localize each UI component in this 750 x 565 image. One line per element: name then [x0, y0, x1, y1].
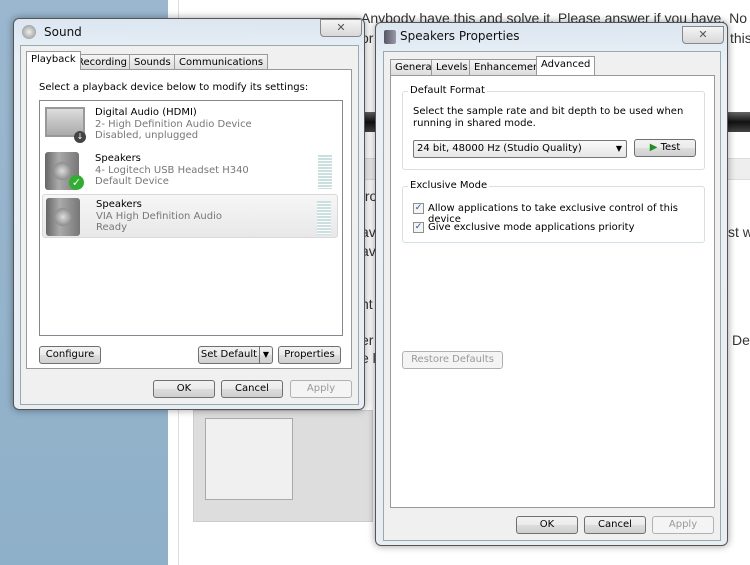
- default-format-group: Default Format Select the sample rate an…: [402, 85, 705, 170]
- check-icon: ✓: [69, 175, 84, 190]
- advanced-panel: Default Format Select the sample rate an…: [390, 75, 715, 508]
- playback-panel: Select a playback device below to modify…: [26, 69, 352, 369]
- sound-icon: [22, 25, 36, 39]
- device-status: Disabled, unplugged: [95, 130, 199, 141]
- exclusive-mode-group: Exclusive Mode ✓ Allow applications to t…: [402, 180, 705, 243]
- device-status: Default Device: [95, 176, 169, 187]
- device-item[interactable]: ✓ Speakers 4- Logitech USB Headset H340 …: [42, 149, 338, 193]
- device-desc: 2- High Definition Audio Device: [95, 119, 252, 130]
- exclusive-priority-label: Give exclusive mode applications priorit…: [428, 222, 635, 233]
- disabled-icon: ↓: [74, 131, 86, 143]
- speaker-icon: [384, 30, 396, 44]
- group-label: Exclusive Mode: [408, 180, 490, 191]
- device-name: Speakers: [95, 153, 141, 164]
- tab-advanced[interactable]: Advanced: [536, 56, 596, 75]
- instruction-text: Select a playback device below to modify…: [39, 82, 309, 93]
- ok-button[interactable]: OK: [516, 516, 578, 534]
- forum-text: this: [730, 30, 750, 46]
- configure-button[interactable]: Configure: [39, 346, 101, 364]
- format-select[interactable]: 24 bit, 48000 Hz (Studio Quality) ▼: [413, 140, 627, 158]
- device-item[interactable]: ↓ Digital Audio (HDMI) 2- High Definitio…: [42, 103, 338, 147]
- properties-button[interactable]: Properties: [278, 346, 341, 364]
- set-default-dropdown[interactable]: ▼: [259, 346, 273, 364]
- play-icon: ▶: [649, 142, 658, 153]
- volume-meter: [317, 201, 331, 235]
- window-title: Speakers Properties: [400, 29, 520, 43]
- device-desc: 4- Logitech USB Headset H340: [95, 165, 249, 176]
- tab-playback[interactable]: Playback: [26, 51, 81, 70]
- set-default-button[interactable]: Set Default: [198, 346, 260, 364]
- allow-exclusive-checkbox[interactable]: ✓: [413, 203, 424, 214]
- window-title: Sound: [44, 25, 82, 39]
- close-button[interactable]: ✕: [320, 19, 362, 37]
- device-desc: VIA High Definition Audio: [96, 211, 222, 222]
- tab-recording[interactable]: Recording: [72, 54, 133, 70]
- close-button[interactable]: ✕: [682, 26, 724, 44]
- tab-sounds[interactable]: Sounds: [129, 54, 176, 70]
- forum-text: st w: [728, 224, 750, 240]
- device-name: Digital Audio (HDMI): [95, 107, 197, 118]
- restore-defaults-button[interactable]: Restore Defaults: [402, 351, 503, 369]
- sound-dialog: Sound ✕ Playback Recording Sounds Commun…: [13, 18, 365, 410]
- group-label: Default Format: [408, 85, 487, 96]
- device-status: Ready: [96, 222, 128, 233]
- ok-button[interactable]: OK: [153, 380, 215, 398]
- chevron-down-icon: ▼: [615, 144, 622, 153]
- forum-text: Dev: [732, 332, 750, 348]
- exclusive-priority-checkbox[interactable]: ✓: [413, 222, 424, 233]
- device-item-selected[interactable]: Speakers VIA High Definition Audio Ready: [42, 194, 338, 238]
- format-description: Select the sample rate and bit depth to …: [413, 106, 684, 129]
- speaker-icon: [46, 198, 80, 236]
- apply-button[interactable]: Apply: [652, 516, 714, 534]
- test-label: Test: [660, 142, 681, 153]
- device-name: Speakers: [96, 199, 142, 210]
- attachment-thumbnail[interactable]: [205, 418, 293, 500]
- apply-button[interactable]: Apply: [290, 380, 352, 398]
- format-value: 24 bit, 48000 Hz (Studio Quality): [417, 143, 582, 154]
- tab-communications[interactable]: Communications: [174, 54, 269, 70]
- cancel-button[interactable]: Cancel: [584, 516, 646, 534]
- speakers-properties-dialog: Speakers Properties ✕ General Levels Enh…: [375, 22, 728, 546]
- volume-meter: [318, 155, 332, 189]
- test-button[interactable]: ▶ Test: [634, 139, 696, 157]
- device-list: ↓ Digital Audio (HDMI) 2- High Definitio…: [39, 100, 343, 336]
- tab-levels[interactable]: Levels: [431, 59, 473, 75]
- cancel-button[interactable]: Cancel: [221, 380, 283, 398]
